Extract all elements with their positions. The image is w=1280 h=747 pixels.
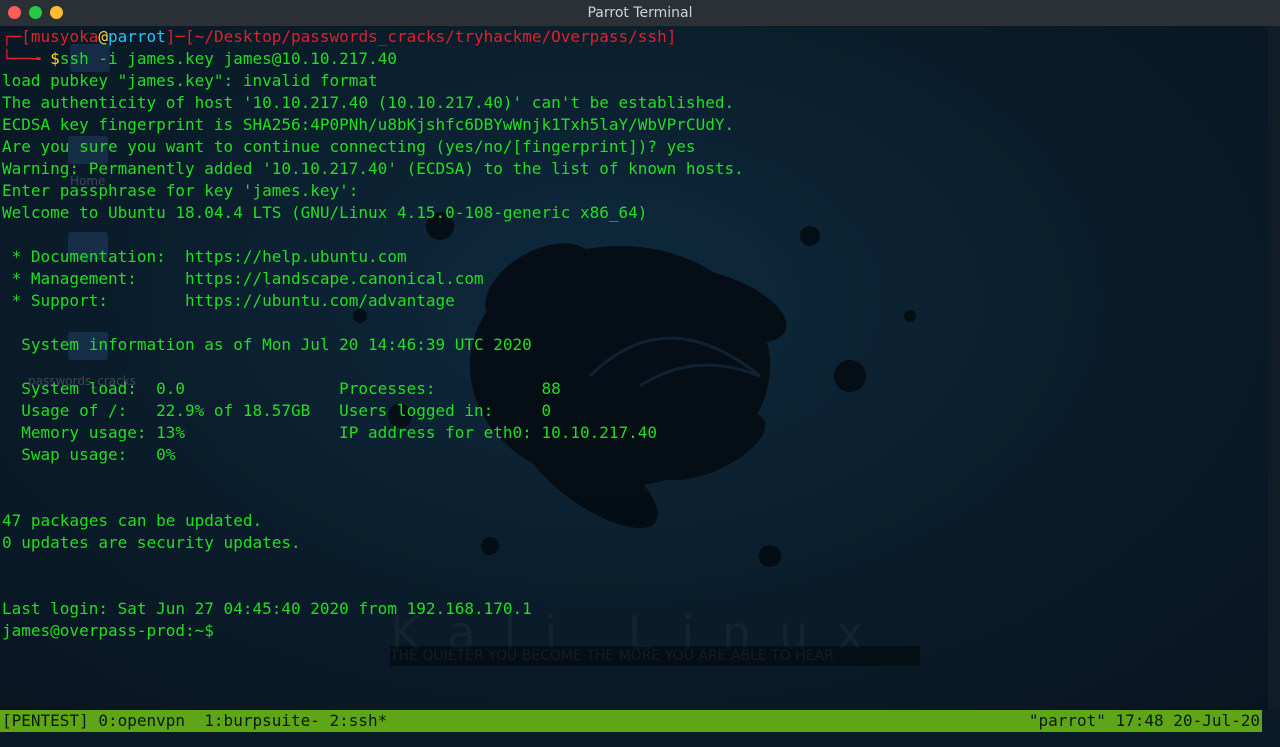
output-line: System information as of Mon Jul 20 14:4… (2, 335, 532, 354)
prompt-dollar: $ (50, 49, 60, 68)
window-title: Parrot Terminal (587, 5, 693, 21)
title-bar: Parrot Terminal (0, 0, 1280, 27)
output-line: Swap usage: 0% (2, 445, 176, 464)
output-line: System load: 0.0 Processes: 88 (2, 379, 561, 398)
terminal-output: ┌─[musyoka@parrot]─[~/Desktop/passwords_… (2, 26, 744, 642)
output-line: Memory usage: 13% IP address for eth0: 1… (2, 423, 658, 442)
minimize-icon[interactable] (50, 6, 63, 19)
prompt-line-1: ┌─[musyoka@parrot]─[~/Desktop/passwords_… (2, 26, 744, 48)
prompt-bracket: ]─[ (165, 27, 195, 46)
remote-prompt[interactable]: james@overpass-prod:~$ (2, 620, 744, 642)
prompt-host: parrot (107, 27, 166, 46)
output-line: Warning: Permanently added '10.10.217.40… (2, 159, 744, 178)
prompt-line-2: └──╼ $ssh -i james.key james@10.10.217.4… (2, 48, 744, 70)
output-line: 47 packages can be updated. (2, 511, 263, 530)
output-line: Usage of /: 22.9% of 18.57GB Users logge… (2, 401, 552, 420)
tmux-windows[interactable]: [PENTEST] 0:openvpn 1:burpsuite- 2:ssh* (0, 710, 387, 732)
tmux-status-bar: [PENTEST] 0:openvpn 1:burpsuite- 2:ssh* … (0, 710, 1262, 732)
output-line: 0 updates are security updates. (2, 533, 301, 552)
bottom-margin (0, 732, 1280, 747)
prompt-corner: └──╼ (2, 49, 51, 68)
wallpaper-motto: THE QUIETER YOU BECOME THE MORE YOU ARE … (390, 646, 920, 666)
window-controls (8, 6, 63, 19)
terminal-window: Parrot Terminal Kali Linux THE QUIETE (0, 0, 1280, 747)
prompt-at: @ (98, 27, 108, 46)
terminal-scrollbar[interactable] (1268, 26, 1280, 710)
output-line: load pubkey "james.key": invalid format (2, 71, 378, 90)
prompt-user: musyoka (30, 27, 99, 46)
prompt-bracket: ] (666, 27, 677, 46)
output-line: * Management: https://landscape.canonica… (2, 269, 484, 288)
output-line: Enter passphrase for key 'james.key': (2, 181, 359, 200)
output-line: ECDSA key fingerprint is SHA256:4P0PNh/u… (2, 115, 735, 134)
command-text: ssh -i james.key james@10.10.217.40 (59, 49, 397, 68)
output-line: * Documentation: https://help.ubuntu.com (2, 247, 407, 266)
close-icon[interactable] (8, 6, 21, 19)
prompt-path: ~/Desktop/passwords_cracks/tryhackme/Ove… (194, 27, 667, 46)
terminal-area[interactable]: Kali Linux THE QUIETER YOU BECOME THE MO… (0, 26, 1268, 710)
output-line: The authenticity of host '10.10.217.40 (… (2, 93, 735, 112)
output-line: Are you sure you want to continue connec… (2, 137, 696, 156)
prompt-bracket: ┌─[ (2, 27, 31, 46)
tmux-host-clock: "parrot" 17:48 20-Jul-20 (1028, 711, 1260, 730)
maximize-icon[interactable] (29, 6, 42, 19)
output-line: Last login: Sat Jun 27 04:45:40 2020 fro… (2, 599, 532, 618)
output-line: Welcome to Ubuntu 18.04.4 LTS (GNU/Linux… (2, 203, 648, 222)
output-line: * Support: https://ubuntu.com/advantage (2, 291, 455, 310)
